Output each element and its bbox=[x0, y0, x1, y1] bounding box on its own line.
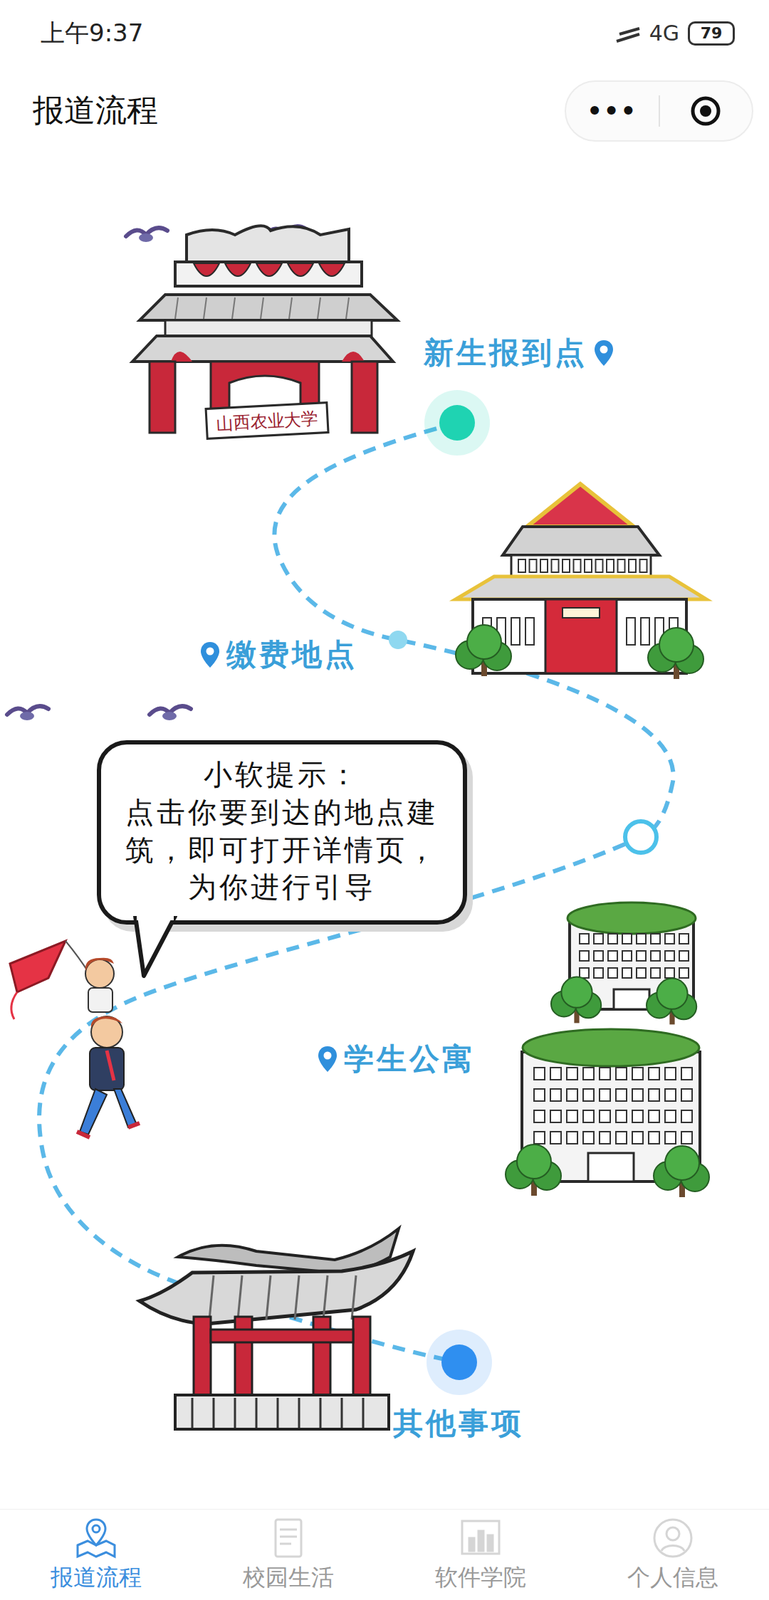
tip-bubble: 小软提示：点击你要到达的地点建筑，即可打开详情页，为你进行引导 bbox=[96, 740, 468, 925]
avatar-icon bbox=[650, 1517, 696, 1561]
tab[interactable]: 报道流程 bbox=[0, 1510, 193, 1600]
page-title: 报道流程 bbox=[32, 89, 159, 132]
stop-node[interactable] bbox=[388, 630, 408, 650]
stop-node[interactable] bbox=[625, 821, 657, 854]
tab-label: 校园生活 bbox=[242, 1562, 334, 1595]
tip-body: 点击你要到达的地点建筑，即可打开详情页，为你进行引导 bbox=[113, 793, 451, 907]
network-type: 4G bbox=[649, 20, 680, 46]
location-pin-icon bbox=[316, 1045, 339, 1074]
tab-label: 软件学院 bbox=[435, 1562, 527, 1595]
location-pin-icon bbox=[593, 338, 615, 368]
tip-title: 小软提示： bbox=[113, 756, 451, 794]
gate-building[interactable]: 山西农业大学 bbox=[132, 225, 398, 439]
battery-level: 79 bbox=[687, 21, 735, 46]
tab-label: 个人信息 bbox=[627, 1562, 719, 1595]
tab[interactable]: 校园生活 bbox=[192, 1510, 385, 1600]
family-figure-icon bbox=[76, 958, 140, 1138]
stop-label[interactable]: 其他事项 bbox=[393, 1404, 525, 1445]
document-icon bbox=[265, 1517, 312, 1561]
bird-icon bbox=[149, 706, 191, 721]
stop-node[interactable] bbox=[426, 1330, 493, 1396]
stop-label[interactable]: 学生公寓 bbox=[316, 1039, 475, 1080]
dormitory-building[interactable] bbox=[505, 902, 710, 1198]
close-button[interactable] bbox=[660, 94, 753, 128]
capsule-divider bbox=[658, 95, 661, 127]
title-bar: 报道流程 ••• bbox=[0, 66, 769, 156]
stop-node[interactable] bbox=[424, 390, 490, 456]
status-time: 上午9:37 bbox=[40, 17, 144, 50]
location-pin-icon bbox=[199, 640, 221, 670]
more-button[interactable]: ••• bbox=[566, 96, 659, 126]
gate-sign: 山西农业大学 bbox=[215, 408, 319, 434]
bird-icon bbox=[7, 706, 49, 721]
pavilion-building[interactable] bbox=[139, 1228, 413, 1430]
signal-icon bbox=[615, 24, 641, 43]
stop-label[interactable]: 新生报到点 bbox=[423, 333, 615, 374]
route-map: 山西农业大学 新生报到点缴费地点学生公寓其他事项 小软提示：点击你要到达的地点建筑，… bbox=[0, 155, 769, 1510]
tab[interactable]: 个人信息 bbox=[576, 1510, 769, 1600]
map-pin-icon bbox=[73, 1517, 119, 1561]
bubble-tail bbox=[129, 916, 187, 981]
tab[interactable]: 软件学院 bbox=[384, 1510, 577, 1600]
tab-bar: 报道流程 校园生活 软件学院 个人信息 bbox=[0, 1509, 769, 1600]
target-icon bbox=[689, 94, 723, 128]
page: 上午9:37 4G 79 报道流程 ••• 山西农业大学 新生报到点缴费地点学生公寓其他事项… bbox=[0, 0, 769, 1600]
status-bar: 上午9:37 4G 79 bbox=[0, 0, 769, 67]
bird-icon bbox=[126, 227, 168, 243]
tab-label: 报道流程 bbox=[50, 1562, 142, 1595]
capsule-menu: ••• bbox=[564, 80, 754, 142]
stop-label[interactable]: 缴费地点 bbox=[199, 635, 358, 676]
route-path bbox=[39, 422, 674, 1363]
status-indicators: 4G 79 bbox=[615, 20, 735, 46]
payment-building[interactable] bbox=[455, 484, 707, 680]
chart-icon bbox=[457, 1517, 504, 1561]
